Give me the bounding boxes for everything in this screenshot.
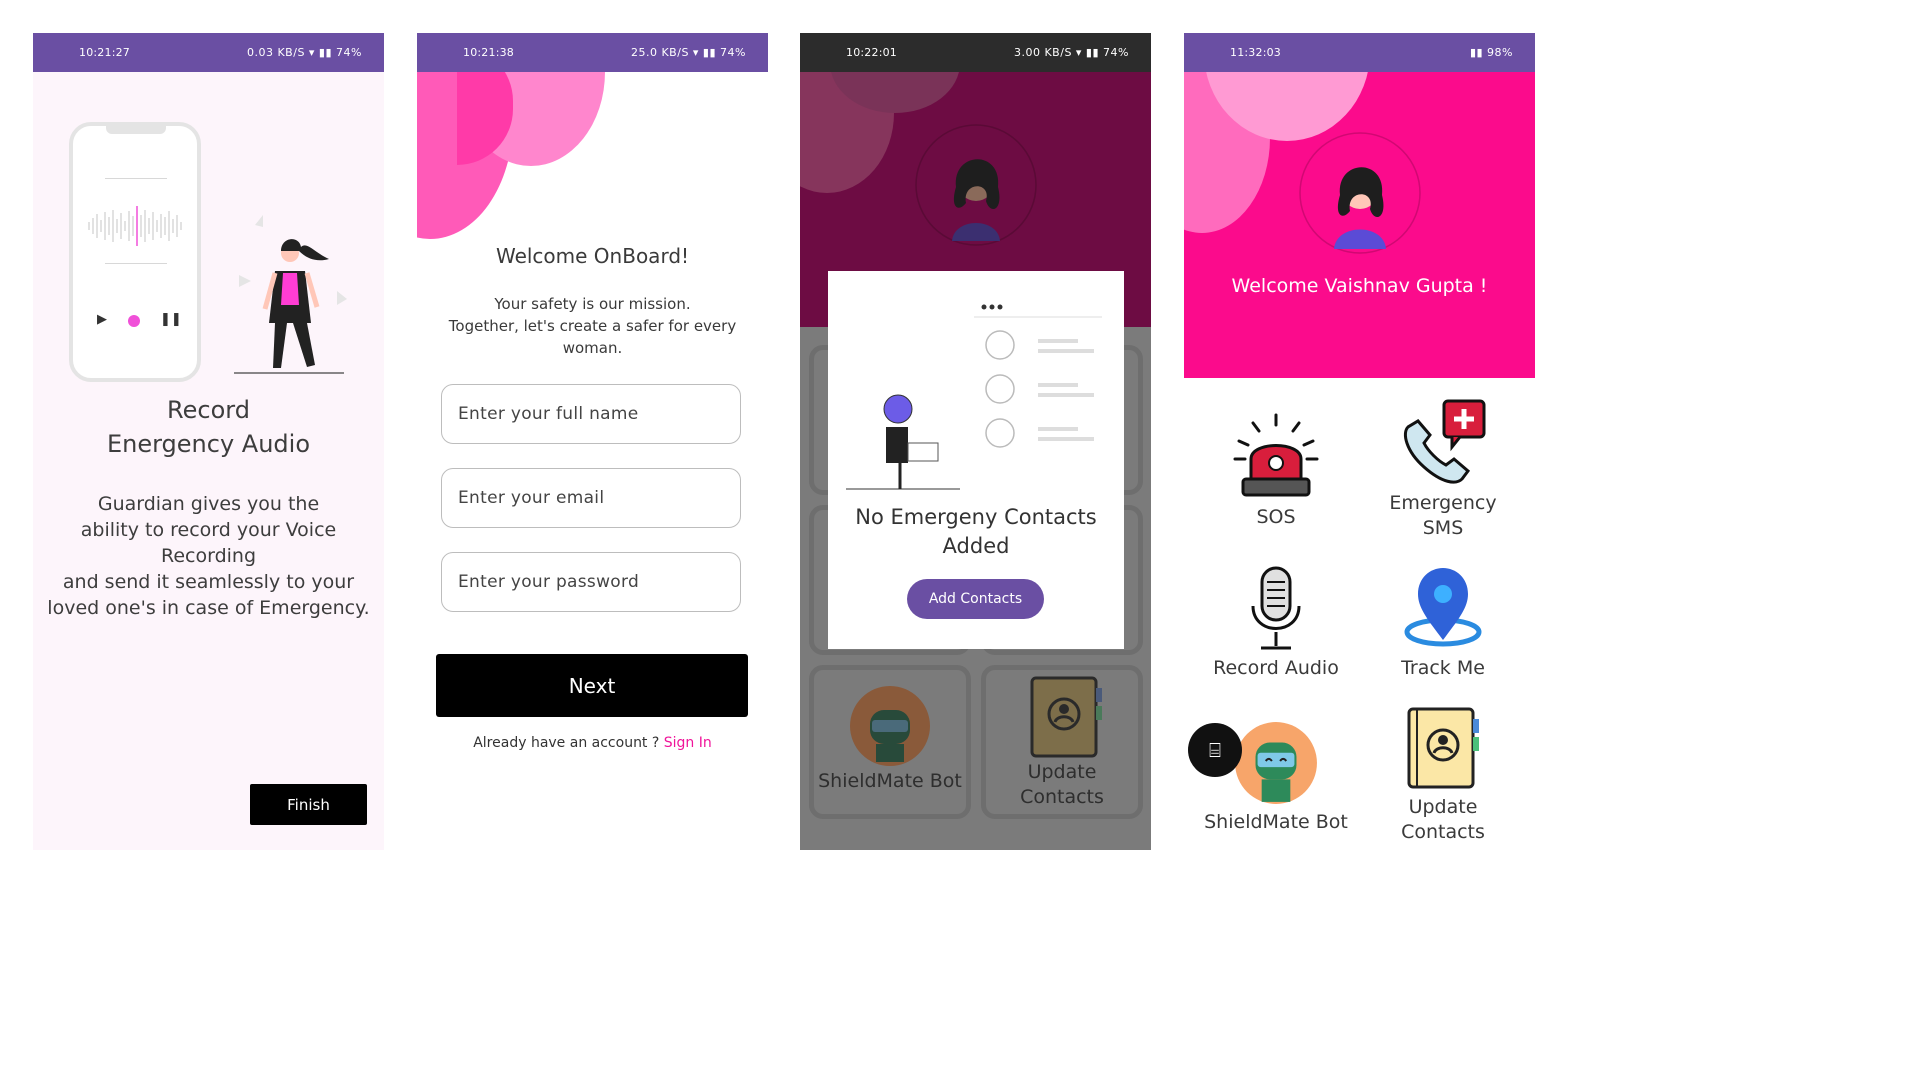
tile-label: Update Contacts <box>1401 796 1485 843</box>
tile-label: Record Audio <box>1213 657 1339 679</box>
update-contacts-tile[interactable]: Update Contacts <box>1363 705 1523 845</box>
record-audio-onboarding-screen: 10:21:27 0.03 KB/S ▾ ▮▮ 74% ▶ ❚❚ Record … <box>33 33 384 850</box>
sign-in-link[interactable]: Sign In <box>664 735 712 751</box>
description-text: Guardian gives you the ability to record… <box>47 493 370 619</box>
status-indicators: 25.0 KB/S ▾ ▮▮ 74% <box>630 46 746 59</box>
tile-label: ShieldMate Bot <box>1204 811 1348 833</box>
avatar <box>1299 132 1421 254</box>
record-dot-icon[interactable] <box>128 315 140 327</box>
emergency-sms-tile[interactable]: Emergency SMS <box>1363 399 1523 541</box>
welcome-text: Welcome Vaishnav Gupta ! <box>1231 275 1488 297</box>
status-time: 10:21:27 <box>79 46 131 59</box>
email-input[interactable] <box>441 468 741 528</box>
tile-label: Update Contacts <box>1020 761 1104 808</box>
password-input[interactable] <box>441 552 741 612</box>
dialog-title: No Emergeny Contacts Added <box>855 505 1097 558</box>
contact-book-icon <box>1030 676 1102 758</box>
empty-list-illustration <box>846 304 1102 490</box>
track-me-tile[interactable]: Track Me <box>1363 566 1523 681</box>
status-time: 10:22:01 <box>846 46 898 59</box>
status-bar: 11:32:03 ▮▮ 98% <box>1184 33 1535 72</box>
tile-label: Track Me <box>1401 657 1485 679</box>
full-name-input[interactable] <box>441 384 741 444</box>
pause-icon[interactable]: ❚❚ <box>160 312 182 327</box>
status-bar: 10:22:01 3.00 KB/S ▾ ▮▮ 74% <box>800 33 1151 72</box>
sos-tile[interactable]: SOS <box>1196 413 1356 530</box>
play-icon[interactable]: ▶ <box>97 312 107 327</box>
status-bar: 10:21:27 0.03 KB/S ▾ ▮▮ 74% <box>33 33 384 72</box>
phone-illustration: ▶ ❚❚ <box>69 122 201 382</box>
status-indicators: 3.00 KB/S ▾ ▮▮ 74% <box>1013 46 1129 59</box>
subtitle-text: Your safety is our mission. Together, le… <box>448 295 737 357</box>
status-indicators: 0.03 KB/S ▾ ▮▮ 74% <box>246 46 362 59</box>
robot-icon <box>850 686 930 766</box>
page-title: Welcome OnBoard! <box>495 244 690 268</box>
avatar <box>915 124 1037 246</box>
signup-screen: 10:21:38 25.0 KB/S ▾ ▮▮ 74% Welcome OnBo… <box>417 33 768 850</box>
signin-prompt: Already have an account ? Sign In <box>473 735 712 751</box>
empty-contacts-dialog: No Emergeny Contacts Added Add Contacts <box>828 271 1124 649</box>
status-time: 10:21:38 <box>463 46 515 59</box>
add-contacts-button[interactable]: Add Contacts <box>907 579 1044 619</box>
device-icon: ⌸ <box>1209 738 1221 762</box>
finish-button[interactable]: Finish <box>250 784 367 825</box>
tile-label: ShieldMate Bot <box>818 770 962 792</box>
no-contacts-dialog-screen: 10:22:01 3.00 KB/S ▾ ▮▮ 74% ShieldMate B… <box>800 33 1151 850</box>
location-pin-icon <box>1404 568 1482 647</box>
tile-label: Emergency SMS <box>1389 492 1497 539</box>
microphone-icon <box>1251 566 1301 650</box>
update-contacts-tile[interactable]: Update Contacts <box>981 665 1143 819</box>
home-dashboard-screen: 11:32:03 ▮▮ 98% Welcome Vaishnav Gupta !… <box>1184 33 1535 850</box>
page-title: Record Energency Audio <box>106 396 311 458</box>
tile-label: SOS <box>1256 506 1296 528</box>
status-indicators: ▮▮ 98% <box>1469 46 1513 59</box>
record-audio-tile[interactable]: Record Audio <box>1196 566 1356 681</box>
next-button[interactable]: Next <box>436 654 748 717</box>
audio-waveform-icon <box>88 206 182 246</box>
shieldmate-bot-tile[interactable]: ShieldMate Bot <box>809 665 971 819</box>
contact-book-icon <box>1407 707 1479 789</box>
phone-emergency-icon <box>1403 399 1486 484</box>
siren-icon <box>1233 413 1319 497</box>
status-bar: 10:21:38 25.0 KB/S ▾ ▮▮ 74% <box>417 33 768 72</box>
welcome-header: Welcome Vaishnav Gupta ! <box>1184 33 1535 378</box>
floating-action-button[interactable]: ⌸ <box>1188 723 1242 777</box>
status-time: 11:32:03 <box>1230 46 1282 59</box>
robot-icon <box>1235 722 1317 804</box>
woman-illustration <box>234 215 347 374</box>
